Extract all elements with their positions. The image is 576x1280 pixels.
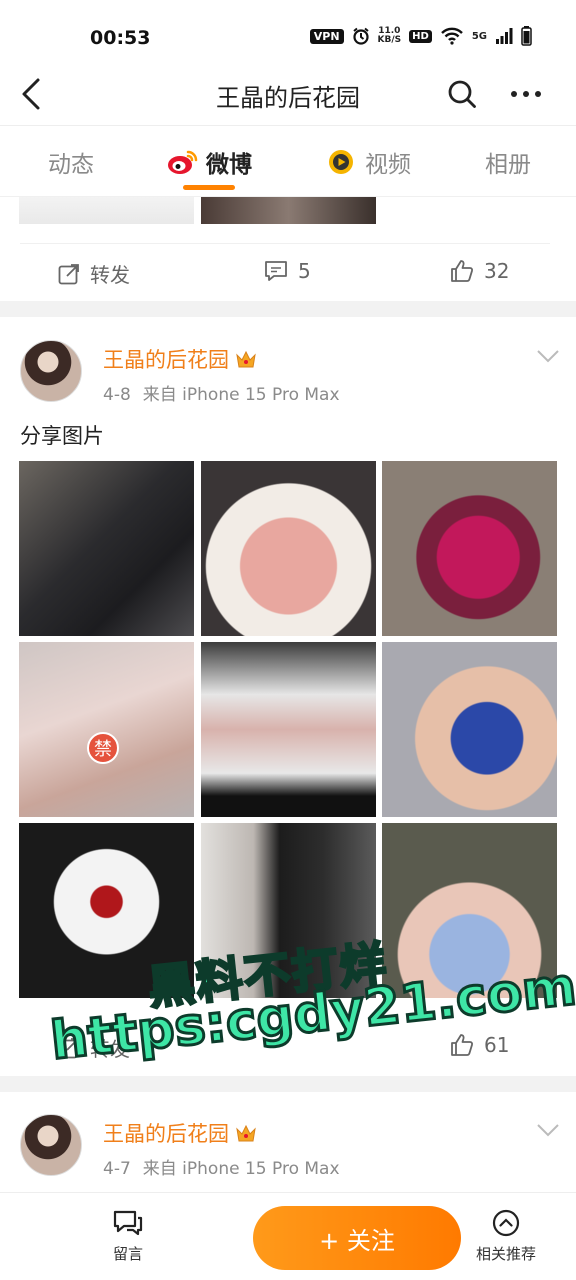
- like-count: 61: [484, 1033, 510, 1057]
- censor-sticker-label: 禁: [94, 739, 112, 760]
- grid-image-4[interactable]: 禁: [19, 642, 194, 817]
- active-tab-indicator: [183, 185, 235, 190]
- network-speed: 11.0 KB/S: [378, 27, 402, 45]
- tab-album-label: 相册: [485, 152, 531, 178]
- wifi-icon: [440, 27, 463, 45]
- tab-weibo-label: 微博: [206, 152, 252, 178]
- like-button[interactable]: 61: [450, 1033, 509, 1057]
- status-time: 00:53: [90, 27, 151, 49]
- post-separator: [0, 301, 576, 317]
- network-type: 5G: [471, 30, 487, 42]
- comment-icon: [265, 261, 287, 281]
- image-grid: 禁: [19, 461, 557, 999]
- post-separator: [0, 1076, 576, 1092]
- comment-button[interactable]: 5: [264, 259, 311, 283]
- grid-image-3[interactable]: [382, 461, 557, 636]
- like-icon: [451, 1034, 474, 1056]
- related-recommend-label: 相关推荐: [476, 1245, 537, 1263]
- comment-tab-button[interactable]: 留言: [112, 1209, 144, 1264]
- message-icon: [113, 1210, 143, 1236]
- alarm-icon: [352, 27, 369, 45]
- tab-video[interactable]: 视频: [325, 145, 411, 179]
- chevron-down-icon[interactable]: [536, 348, 560, 364]
- comment-count: 5: [298, 259, 311, 283]
- post-date: 4-8: [103, 385, 131, 405]
- bottom-bar: 留言 + 关注 相关推荐: [0, 1192, 576, 1280]
- tab-activity[interactable]: 动态: [48, 145, 94, 179]
- avatar[interactable]: [20, 340, 82, 402]
- status-bar: 00:53 VPN 11.0 KB/S HD 5G: [0, 0, 576, 64]
- prev-post-action-bar: 转发 5 32: [0, 244, 576, 302]
- nav-bar: 王晶的后花园: [0, 64, 576, 126]
- post-author[interactable]: 王晶的后花园: [103, 1118, 257, 1148]
- grid-image-2[interactable]: [201, 461, 376, 636]
- vip-crown-icon: [236, 350, 256, 368]
- weibo-logo-icon: [168, 150, 198, 174]
- author-name: 王晶的后花园: [103, 348, 229, 372]
- page-title: 王晶的后花园: [216, 84, 360, 112]
- grid-image-5[interactable]: [201, 642, 376, 817]
- search-icon[interactable]: [446, 78, 478, 110]
- video-play-icon: [329, 150, 353, 174]
- repost-icon: [58, 263, 79, 284]
- hd-badge: HD: [409, 29, 432, 43]
- tab-activity-label: 动态: [48, 152, 94, 178]
- profile-tabs: 动态 微博 视频 相册: [0, 127, 576, 197]
- post-meta: 4-8 来自 iPhone 15 Pro Max: [103, 380, 340, 405]
- follow-label: + 关注: [319, 1226, 395, 1255]
- censor-sticker: 禁: [87, 732, 119, 764]
- battery-icon: [521, 26, 532, 46]
- post-author[interactable]: 王晶的后花园: [103, 344, 257, 374]
- chevron-down-icon[interactable]: [536, 1122, 560, 1138]
- chevron-up-circle-icon: [492, 1209, 520, 1237]
- vpn-badge: VPN: [309, 28, 344, 44]
- system-icons: VPN 11.0 KB/S HD 5G: [309, 26, 532, 46]
- post-meta: 4-7 来自 iPhone 15 Pro Max: [103, 1154, 340, 1179]
- grid-image-1[interactable]: [19, 461, 194, 636]
- like-button[interactable]: 32: [450, 259, 509, 283]
- avatar[interactable]: [20, 1114, 82, 1176]
- vip-crown-icon: [236, 1124, 256, 1142]
- prev-post-image-1[interactable]: [19, 197, 194, 224]
- author-name: 王晶的后花园: [103, 1122, 229, 1146]
- repost-button[interactable]: 转发: [58, 259, 130, 288]
- tab-album[interactable]: 相册: [485, 145, 531, 179]
- post-source: 来自 iPhone 15 Pro Max: [142, 385, 340, 405]
- like-count: 32: [484, 259, 510, 283]
- post-source: 来自 iPhone 15 Pro Max: [142, 1159, 340, 1179]
- prev-post-image-2[interactable]: [201, 197, 376, 224]
- repost-label: 转发: [90, 263, 130, 287]
- speed-unit: KB/S: [377, 35, 402, 45]
- like-icon: [451, 260, 474, 282]
- tab-weibo[interactable]: 微博: [166, 145, 252, 179]
- signal-icon: [496, 28, 513, 44]
- post-text: 分享图片: [20, 424, 104, 448]
- comment-tab-label: 留言: [112, 1245, 143, 1263]
- more-icon[interactable]: [508, 78, 544, 110]
- post-date: 4-7: [103, 1159, 131, 1179]
- grid-image-6[interactable]: [382, 642, 557, 817]
- tab-video-label: 视频: [365, 152, 411, 178]
- follow-button[interactable]: + 关注: [253, 1206, 461, 1270]
- related-recommend-button[interactable]: 相关推荐: [476, 1209, 536, 1264]
